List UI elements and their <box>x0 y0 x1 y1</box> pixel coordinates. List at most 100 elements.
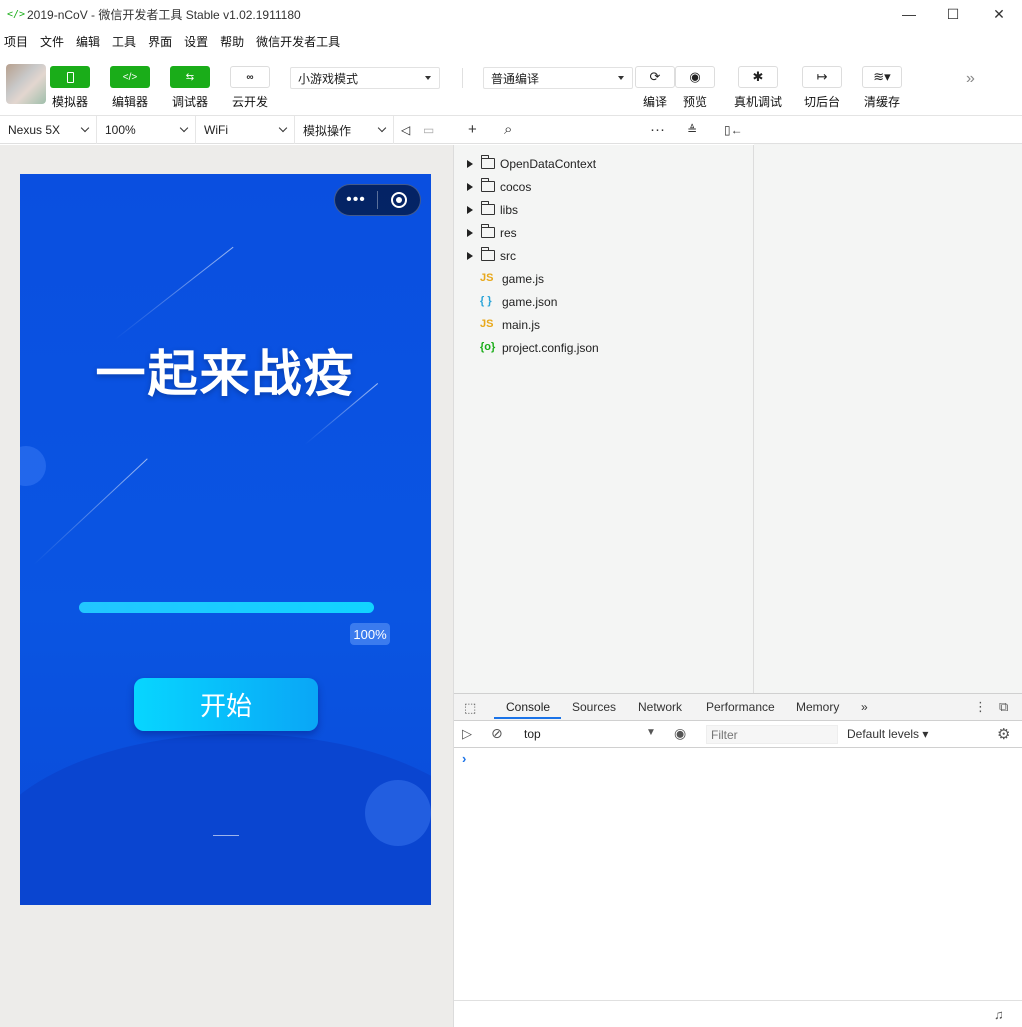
sidebar-toggle-icon[interactable]: ▷ <box>462 726 472 742</box>
expand-arrow-icon[interactable] <box>467 183 473 191</box>
context-select[interactable]: top <box>524 727 541 741</box>
cloud-dev-button[interactable]: ∞ <box>230 66 270 88</box>
js-file-icon: JS <box>480 272 494 284</box>
switch-background-icon: ↦ <box>816 69 828 84</box>
console-output[interactable]: › <box>454 748 1022 1000</box>
menu-tools[interactable]: 工具 <box>112 33 136 50</box>
file-item[interactable]: {o} project.config.json <box>454 337 754 360</box>
config-file-icon: {o} <box>480 341 496 353</box>
add-file-icon[interactable]: + <box>468 121 477 138</box>
file-item[interactable]: { } game.json <box>454 291 754 314</box>
folder-item[interactable]: res <box>454 222 754 245</box>
loading-progress-bar <box>79 602 374 613</box>
undock-icon[interactable]: ⧉ <box>999 699 1008 715</box>
menu-devtools[interactable]: 微信开发者工具 <box>256 33 340 50</box>
tab-console[interactable]: Console <box>506 700 550 714</box>
folder-name: res <box>500 226 517 240</box>
tab-network[interactable]: Network <box>638 700 682 714</box>
simulator-toggle-button[interactable] <box>50 66 90 88</box>
toolbar-more-icon[interactable]: » <box>966 70 975 88</box>
console-prompt: › <box>462 751 467 766</box>
folder-name: cocos <box>500 180 532 194</box>
dropdown-caret-icon <box>425 76 431 80</box>
preview-button[interactable]: ◉ <box>675 66 715 88</box>
expand-arrow-icon[interactable] <box>467 206 473 214</box>
game-screen[interactable]: ••• 一起来战疫 100% 开始 <box>20 174 431 905</box>
background-button[interactable]: ↦ <box>802 66 842 88</box>
network-select[interactable]: WiFi <box>196 116 295 144</box>
code-icon: </> <box>122 71 138 83</box>
chevron-down-icon[interactable]: ▼ <box>646 727 656 738</box>
clear-console-icon[interactable]: ⊘ <box>491 725 503 742</box>
editor-tab-bar <box>754 116 1022 144</box>
loading-progress-fill <box>79 602 374 613</box>
mode-select-value: 小游戏模式 <box>298 71 359 86</box>
light-streak <box>114 246 234 340</box>
log-levels-select[interactable]: Default levels ▾ <box>847 727 928 741</box>
expand-arrow-icon[interactable] <box>467 229 473 237</box>
folder-item[interactable]: src <box>454 245 754 268</box>
sort-icon[interactable]: ≜ <box>687 123 697 137</box>
menu-file[interactable]: 文件 <box>40 33 64 50</box>
toolbar-divider <box>462 68 463 88</box>
bell-icon[interactable]: ♫ <box>994 1007 1004 1022</box>
zoom-select-value: 100% <box>105 123 136 137</box>
expand-arrow-icon[interactable] <box>467 252 473 260</box>
start-button[interactable]: 开始 <box>134 678 318 731</box>
mute-button[interactable]: ◁ <box>394 116 418 144</box>
main-toolbar: 模拟器 </> 编辑器 ⇆ 调试器 ∞ 云开发 小游戏模式 普通编译 ⟳ 编译 … <box>0 54 1022 116</box>
menu-edit[interactable]: 编辑 <box>76 33 100 50</box>
chevron-down-icon <box>278 123 288 133</box>
more-dots-icon[interactable]: ••• <box>335 191 377 209</box>
kebab-menu-icon[interactable]: ⋮ <box>974 699 987 715</box>
folder-item[interactable]: libs <box>454 199 754 222</box>
window-title: 2019-nCoV - 微信开发者工具 Stable v1.02.1911180 <box>27 7 301 22</box>
inspect-element-icon[interactable]: ⬚ <box>464 700 476 716</box>
file-item[interactable]: JS main.js <box>454 314 754 337</box>
search-icon[interactable]: ⌕ <box>504 121 512 138</box>
popout-button[interactable]: ▭ <box>418 116 448 144</box>
cloud-dev-label: 云开发 <box>231 95 268 109</box>
device-select[interactable]: Nexus 5X <box>0 116 97 144</box>
compile-button[interactable]: ⟳ <box>635 66 675 88</box>
preview-label: 预览 <box>682 95 707 109</box>
clear-cache-label: 清缓存 <box>863 95 900 109</box>
menu-help[interactable]: 帮助 <box>220 33 244 50</box>
operations-select[interactable]: 模拟操作 <box>295 116 394 144</box>
minimize-button[interactable]: — <box>886 0 932 28</box>
capsule-menu[interactable]: ••• <box>334 184 421 216</box>
swap-icon: ⇆ <box>185 71 195 83</box>
file-tree: OpenDataContext cocos libs res src JS ga… <box>454 145 754 693</box>
chevron-down-icon <box>377 123 387 133</box>
more-icon[interactable]: ··· <box>650 121 665 138</box>
menu-settings[interactable]: 设置 <box>184 33 208 50</box>
filter-input[interactable] <box>706 725 838 744</box>
compile-mode-select[interactable]: 普通编译 <box>483 67 633 89</box>
collapse-panel-icon[interactable]: ▯← <box>724 123 743 137</box>
file-item[interactable]: JS game.js <box>454 268 754 291</box>
tab-sources[interactable]: Sources <box>572 700 616 714</box>
close-button[interactable]: ✕ <box>976 0 1022 28</box>
device-select-value: Nexus 5X <box>8 123 61 137</box>
mode-select[interactable]: 小游戏模式 <box>290 67 440 89</box>
expand-arrow-icon[interactable] <box>467 160 473 168</box>
file-name: game.json <box>502 295 558 309</box>
more-tabs-icon[interactable]: » <box>861 700 868 714</box>
folder-name: libs <box>500 203 519 217</box>
menu-project[interactable]: 项目 <box>4 33 28 50</box>
maximize-button[interactable]: ☐ <box>930 0 976 28</box>
remote-debug-button[interactable]: ✱ <box>738 66 778 88</box>
folder-item[interactable]: OpenDataContext <box>454 153 754 176</box>
folder-item[interactable]: cocos <box>454 176 754 199</box>
debugger-toggle-button[interactable]: ⇆ <box>170 66 210 88</box>
eye-icon[interactable]: ◉ <box>674 725 686 742</box>
editor-toggle-button[interactable]: </> <box>110 66 150 88</box>
tab-performance[interactable]: Performance <box>706 700 775 714</box>
menu-view[interactable]: 界面 <box>148 33 172 50</box>
tab-memory[interactable]: Memory <box>796 700 839 714</box>
close-mini-program-button[interactable] <box>378 192 420 208</box>
gear-icon[interactable]: ⚙ <box>997 725 1010 743</box>
clear-cache-button[interactable]: ≋▾ <box>862 66 902 88</box>
menu-bar: 项目 文件 编辑 工具 界面 设置 帮助 微信开发者工具 <box>0 28 1022 54</box>
zoom-select[interactable]: 100% <box>97 116 196 144</box>
